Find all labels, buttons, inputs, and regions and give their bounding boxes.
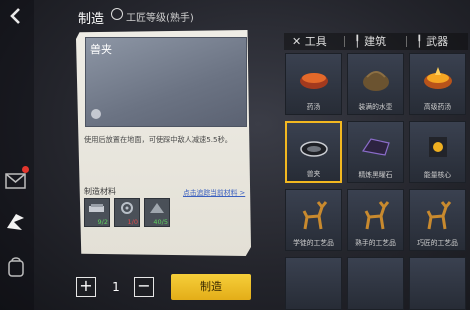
tab-label: 武器 (426, 35, 449, 48)
back-arrow-icon[interactable] (6, 6, 26, 26)
weapons-icon: ╿ (416, 35, 423, 48)
material-slot-gear[interactable]: 1/0 (114, 198, 140, 227)
grid-item-label: 精炼黑曜石 (358, 171, 393, 179)
grid-item-skilled-craft[interactable]: 熟手的工艺品 (347, 189, 404, 251)
grid-item-label: 学徒的工艺品 (293, 239, 334, 247)
tab-divider (344, 36, 345, 47)
deer-statue-icon (426, 201, 451, 230)
material-count: 40/5 (153, 218, 168, 226)
beast-trap-icon (299, 141, 328, 157)
grid-item-water-kettle[interactable]: 装满的水壶 (347, 53, 404, 115)
quantity-decrease-button[interactable]: − (134, 277, 154, 297)
materials-label: 制造材料 (84, 187, 116, 196)
craft-level-icon (111, 8, 123, 20)
grid-item-beast-trap[interactable]: 兽夹 (285, 121, 342, 183)
grid-item-label: 高级药汤 (423, 103, 452, 111)
tab-label: 工具 (304, 35, 327, 48)
grid-item-advanced-soup[interactable]: 高级药汤 (409, 53, 466, 115)
soup-bowl-icon (299, 73, 328, 89)
energy-core-icon (428, 137, 447, 157)
tab-buildings[interactable]: ╿ 建筑 (354, 33, 386, 50)
grid-item-label: 熟手的工艺品 (355, 239, 396, 247)
grid-item-label: 兽夹 (306, 170, 321, 178)
craft-button[interactable]: 制造 (171, 274, 251, 300)
grid-item-label: 巧匠的工艺品 (417, 239, 458, 247)
tab-divider (406, 36, 407, 47)
quantity-increase-button[interactable]: + (76, 277, 96, 297)
water-kettle-icon (362, 71, 389, 91)
grid-item-refined-obsidian[interactable]: 精炼黑曜石 (347, 121, 404, 183)
grid-item-row4-1[interactable] (285, 257, 342, 310)
deer-statue-icon (302, 201, 327, 230)
grid-item-herb-soup[interactable]: 药汤 (285, 53, 342, 115)
grid-item-master-craft[interactable]: 巧匠的工艺品 (409, 189, 466, 251)
tab-label: 建筑 (364, 35, 387, 48)
page-title: 制造 (78, 12, 105, 27)
notification-dot (22, 166, 29, 173)
item-name: 兽夹 (90, 43, 112, 56)
track-materials-link[interactable]: 点击追踪当前材料 > (183, 187, 245, 197)
material-count: 9/2 (97, 218, 108, 226)
backpack-icon[interactable] (2, 252, 30, 280)
mail-icon[interactable] (2, 166, 30, 194)
grid-item-label: 能量核心 (423, 171, 452, 179)
tab-tools[interactable]: ✕ 工具 (292, 33, 327, 50)
grid-item-apprentice-craft[interactable]: 学徒的工艺品 (285, 189, 342, 251)
obsidian-icon (361, 138, 390, 156)
grid-item-label: 药汤 (306, 103, 321, 111)
crafting-tab-icon[interactable] (2, 208, 30, 236)
material-slot-stone[interactable]: 40/5 (144, 198, 170, 227)
craft-level-label: 工匠等级(熟手) (126, 13, 194, 24)
fire-soup-icon (423, 67, 452, 89)
preview-marker-icon (91, 109, 101, 119)
material-count: 1/0 (127, 218, 138, 226)
grid-item-row4-3[interactable] (409, 257, 466, 310)
tools-icon: ✕ (292, 35, 302, 48)
quantity-value[interactable]: 1 (101, 277, 131, 297)
deer-statue-icon (364, 201, 389, 230)
tab-weapons[interactable]: ╿ 武器 (416, 33, 448, 50)
category-tabs: ✕ 工具 ╿ 建筑 ╿ 武器 (284, 33, 468, 50)
grid-item-row4-2[interactable] (347, 257, 404, 310)
buildings-icon: ╿ (354, 35, 361, 48)
grid-item-energy-core[interactable]: 能量核心 (409, 121, 466, 183)
item-description: 使用后放置在地面，可使踩中敌人减速5.5秒。 (84, 135, 232, 144)
grid-item-label: 装满的水壶 (358, 103, 393, 111)
material-slot-metal[interactable]: 9/2 (84, 198, 110, 227)
